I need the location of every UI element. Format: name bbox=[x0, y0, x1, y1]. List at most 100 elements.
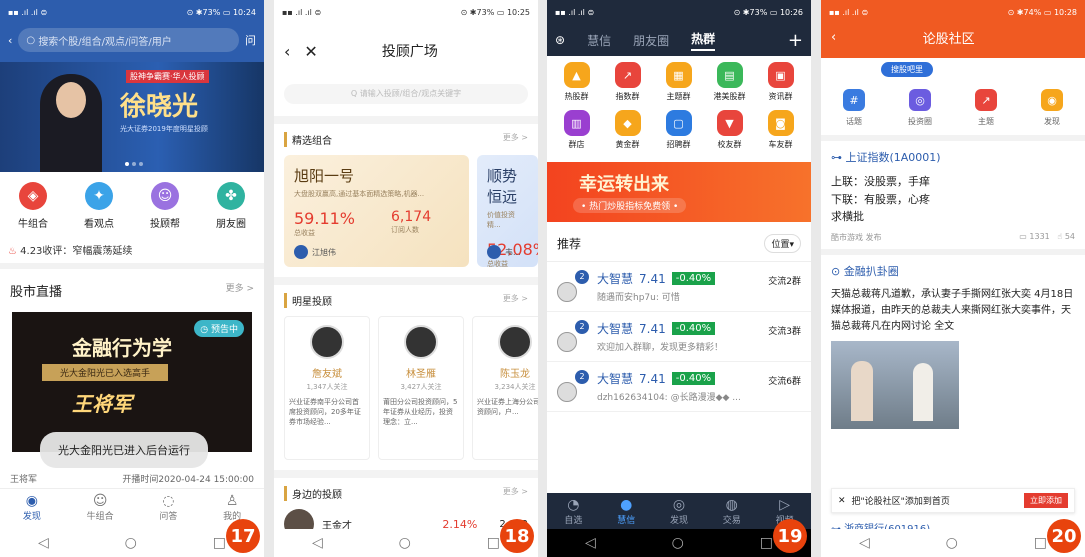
back-icon[interactable]: ‹ bbox=[284, 42, 290, 61]
advisor-followers: 3,427人关注 bbox=[400, 383, 442, 391]
banner-face bbox=[56, 82, 86, 118]
category-item[interactable]: ↗ 指数群 bbox=[602, 62, 653, 102]
post-body[interactable]: 天猫总裁蒋凡道歉，承认妻子手撕网红张大奕 4月18日媒体报道，由昨天的总裁夫人来… bbox=[821, 287, 1085, 335]
grid-label: 投资圈 bbox=[908, 117, 932, 126]
back-triangle-icon[interactable]: ◁ bbox=[312, 535, 323, 551]
close-icon[interactable]: ✕ bbox=[304, 42, 317, 61]
tab-discover[interactable]: ◎ 发现 bbox=[670, 493, 688, 529]
group-row[interactable]: 2 大智慧 7.41 -0.40% 随遇而安hp7u: 可惜 交流2群 bbox=[547, 262, 811, 312]
group-tag: 交流6群 bbox=[768, 377, 801, 387]
recommend-header: 推荐 位置▾ bbox=[547, 226, 811, 262]
group-name: 大智慧 bbox=[597, 272, 634, 286]
category-item[interactable]: ▥ 群店 bbox=[551, 110, 602, 150]
advisor-card[interactable]: 林圣雁 3,427人关注 莆田分公司投资顾问，5年证券从业经历，投资理念：立... bbox=[378, 316, 464, 460]
tab-moments[interactable]: 朋友圈 bbox=[633, 32, 669, 49]
category-label: 校友群 bbox=[717, 140, 742, 149]
user-icon: ♙ bbox=[225, 493, 239, 509]
live-title: 金融行为学 bbox=[72, 336, 172, 360]
more-link[interactable]: 更多 > bbox=[226, 281, 254, 300]
grid-item-portfolio[interactable]: ◈ 牛组合 bbox=[3, 182, 63, 230]
grid-item-discover[interactable]: ◉ 发现 bbox=[1022, 89, 1082, 127]
live-card[interactable]: ◷ 预告中 金融行为学 光大金阳光已入选高手 王将军 bbox=[12, 312, 252, 452]
promo-banner[interactable]: 股神争霸赛·华人投顾 徐晓光 光大证券2019年度明星投顾 bbox=[0, 62, 264, 172]
search-input[interactable]: Q 请输入投顾/组合/观点关键字 bbox=[284, 84, 528, 104]
tab-qa[interactable]: ◌ 问答 bbox=[159, 489, 177, 528]
home-circle-icon[interactable]: ○ bbox=[125, 535, 137, 551]
recents-square-icon[interactable]: □ bbox=[487, 535, 500, 551]
category-item[interactable]: ▣ 资讯群 bbox=[755, 62, 806, 102]
tab-huixin[interactable]: ● 慧信 bbox=[617, 493, 635, 529]
category-item[interactable]: ◙ 车友群 bbox=[755, 110, 806, 150]
tab-hot-groups[interactable]: 热群 bbox=[691, 30, 716, 51]
price-change: -0.40% bbox=[671, 372, 716, 385]
close-icon[interactable]: ✕ bbox=[838, 496, 846, 506]
portfolio-card[interactable]: 顺势恒远 价值投资精... 52.08%总收益 韦... bbox=[477, 155, 538, 267]
home-circle-icon[interactable]: ○ bbox=[946, 535, 958, 551]
category-item[interactable]: ▤ 港美股群 bbox=[704, 62, 755, 102]
tab-portfolio[interactable]: ☺ 牛组合 bbox=[87, 489, 114, 528]
ask-button[interactable]: 问 bbox=[245, 32, 256, 48]
figure-number: 20 bbox=[1047, 519, 1081, 553]
category-label: 车友群 bbox=[768, 140, 793, 149]
like-count[interactable]: ☝ 54 bbox=[1057, 232, 1075, 241]
price-change: -0.40% bbox=[671, 272, 716, 285]
group-row[interactable]: 2 大智慧 7.41 -0.40% dzh162634104: @长路漫漫◆◆ ..… bbox=[547, 362, 811, 412]
tab-label: 发现 bbox=[669, 516, 688, 526]
group-name: 大智慧 bbox=[597, 322, 634, 336]
more-link[interactable]: 更多 > bbox=[503, 293, 528, 308]
advisor-card[interactable]: 詹友斌 1,347人关注 兴业证券南平分公司首席投资顾问，20多年证券市场经验... bbox=[284, 316, 370, 460]
post-image[interactable] bbox=[831, 340, 959, 429]
category-item[interactable]: ▦ 主题群 bbox=[653, 62, 704, 102]
search-input[interactable]: ○ 搜索个股/组合/观点/问答/用户 bbox=[18, 28, 239, 52]
location-filter[interactable]: 位置▾ bbox=[764, 234, 801, 253]
search-bar-button[interactable]: 搜股吧里 bbox=[881, 62, 933, 77]
category-item[interactable]: ▲ 热股群 bbox=[551, 62, 602, 102]
recents-square-icon[interactable]: □ bbox=[213, 535, 226, 551]
subscriber-label: 订阅人数 bbox=[391, 226, 420, 234]
grid-label: 看观点 bbox=[84, 219, 114, 230]
add-icon[interactable]: + bbox=[788, 30, 803, 51]
tab-watchlist[interactable]: ◔ 自选 bbox=[564, 493, 582, 529]
advisor-followers: 1,347人关注 bbox=[306, 383, 348, 391]
more-link[interactable]: 更多 > bbox=[503, 132, 528, 147]
grid-item-circles[interactable]: ◎ 投资圈 bbox=[890, 89, 950, 127]
grid-item-views[interactable]: ✦ 看观点 bbox=[69, 182, 129, 230]
back-triangle-icon[interactable]: ◁ bbox=[38, 535, 49, 551]
advisor-followers: 3,234人关注 bbox=[494, 383, 536, 391]
home-circle-icon[interactable]: ○ bbox=[672, 535, 684, 551]
recents-square-icon[interactable]: □ bbox=[1034, 535, 1047, 551]
promo-banner[interactable]: 幸运转出来 • 热门炒股指标免费领 • bbox=[547, 162, 811, 222]
tab-discover[interactable]: ◉ 发现 bbox=[23, 489, 41, 528]
home-circle-icon[interactable]: ○ bbox=[399, 535, 411, 551]
recents-square-icon[interactable]: □ bbox=[760, 535, 773, 551]
category-item[interactable]: ▢ 招聘群 bbox=[653, 110, 704, 150]
advisor-card[interactable]: 陈玉龙 3,234人关注兴业证券上海分公司投资顾问，户... bbox=[472, 316, 538, 460]
category-item[interactable]: ▼ 校友群 bbox=[704, 110, 755, 150]
more-link[interactable]: 更多 > bbox=[503, 486, 528, 501]
group-row[interactable]: 2 大智慧 7.41 -0.40% 欢迎加入群聊，发现更多精彩！ 交流3群 bbox=[547, 312, 811, 362]
category-label: 群店 bbox=[568, 140, 585, 149]
portfolio-card[interactable]: 旭阳一号 大盘股双赢高,通过基本面精选策略,机器... 59.11% 总收益 6,… bbox=[284, 155, 469, 267]
banner-tag: 股神争霸赛·华人投顾 bbox=[126, 70, 209, 83]
topic-link[interactable]: ⊙ 金融扒卦圈 bbox=[821, 255, 1085, 287]
status-battery-time: ⊙ ✱73% ▭ 10:24 bbox=[186, 7, 256, 17]
grid-item-themes[interactable]: ↗ 主题 bbox=[956, 89, 1016, 127]
grid-item-topics[interactable]: # 话题 bbox=[824, 89, 884, 127]
back-triangle-icon[interactable]: ◁ bbox=[859, 535, 870, 551]
market-ticker[interactable]: ♨ 4.23收评：窄幅震荡延续 bbox=[0, 236, 264, 269]
comment-count[interactable]: ▭ 1331 bbox=[1019, 232, 1049, 241]
back-icon[interactable]: ‹ bbox=[8, 34, 12, 47]
category-item[interactable]: ◆ 黄金群 bbox=[602, 110, 653, 150]
chat-icon: ● bbox=[620, 497, 633, 513]
grid-item-advisor[interactable]: ☺ 投顾帮 bbox=[135, 182, 195, 230]
profile-icon[interactable]: ⊛ bbox=[555, 33, 565, 47]
tab-trade[interactable]: ◍ 交易 bbox=[723, 493, 741, 529]
post-body[interactable]: 上联：没股票，手痒 下联：有股票，心疼 求横批 bbox=[821, 173, 1085, 226]
hk-icon: ▤ bbox=[716, 62, 743, 88]
add-now-button[interactable]: 立即添加 bbox=[1024, 493, 1068, 508]
grid-item-friends[interactable]: ✤ 朋友圈 bbox=[201, 182, 261, 230]
phone-screen-4: ▪▪ .ıl .ıl ⊜ ⊙ ✱74% ▭ 10:28 ‹ 论股社区 搜股吧里 … bbox=[821, 0, 1085, 557]
topic-link[interactable]: ⊶ 上证指数(1A0001) bbox=[821, 141, 1085, 173]
tab-huixin[interactable]: 慧信 bbox=[587, 32, 611, 49]
back-triangle-icon[interactable]: ◁ bbox=[585, 535, 596, 551]
